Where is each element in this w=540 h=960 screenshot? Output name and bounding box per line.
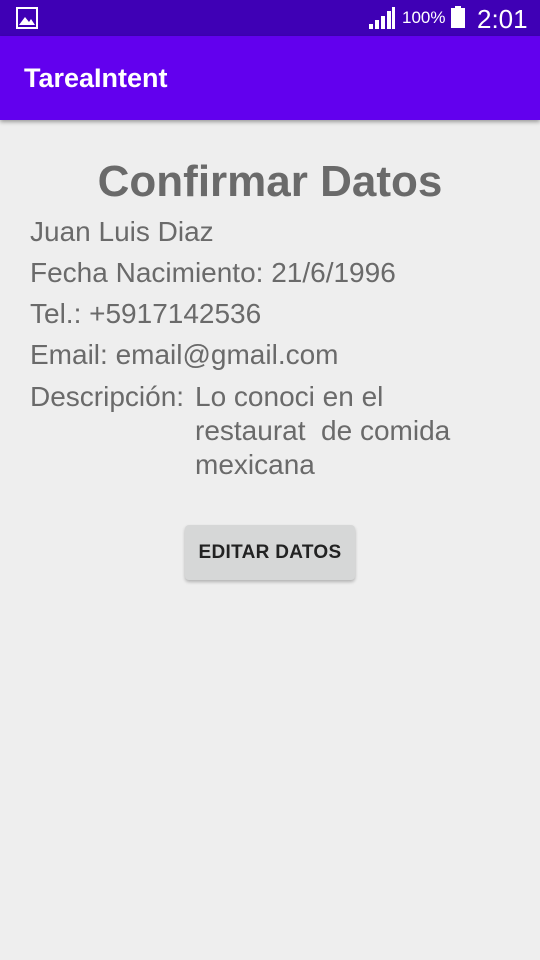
signal-icon [369, 7, 395, 29]
birth-date-text: Fecha Nacimiento: 21/6/1996 [30, 257, 396, 288]
battery-percentage: 100% [402, 8, 446, 27]
status-clock: 2:01 [477, 4, 528, 34]
app-title: TareaIntent [24, 63, 168, 93]
status-bar: 100% 2:01 [0, 0, 540, 36]
edit-data-button[interactable]: EDITAR DATOS [185, 525, 355, 580]
battery-icon [451, 6, 465, 28]
description-label: Descripción: [30, 381, 185, 412]
image-icon [16, 7, 38, 29]
email-text: Email: email@gmail.com [30, 339, 339, 370]
app-bar: TareaIntent [0, 36, 540, 120]
page-title: Confirmar Datos [97, 157, 443, 206]
name-text: Juan Luis Diaz [30, 216, 214, 247]
phone-text: Tel.: +5917142536 [30, 298, 262, 329]
description-value: Lo conoci en el restaurat de comida mexi… [195, 381, 459, 480]
